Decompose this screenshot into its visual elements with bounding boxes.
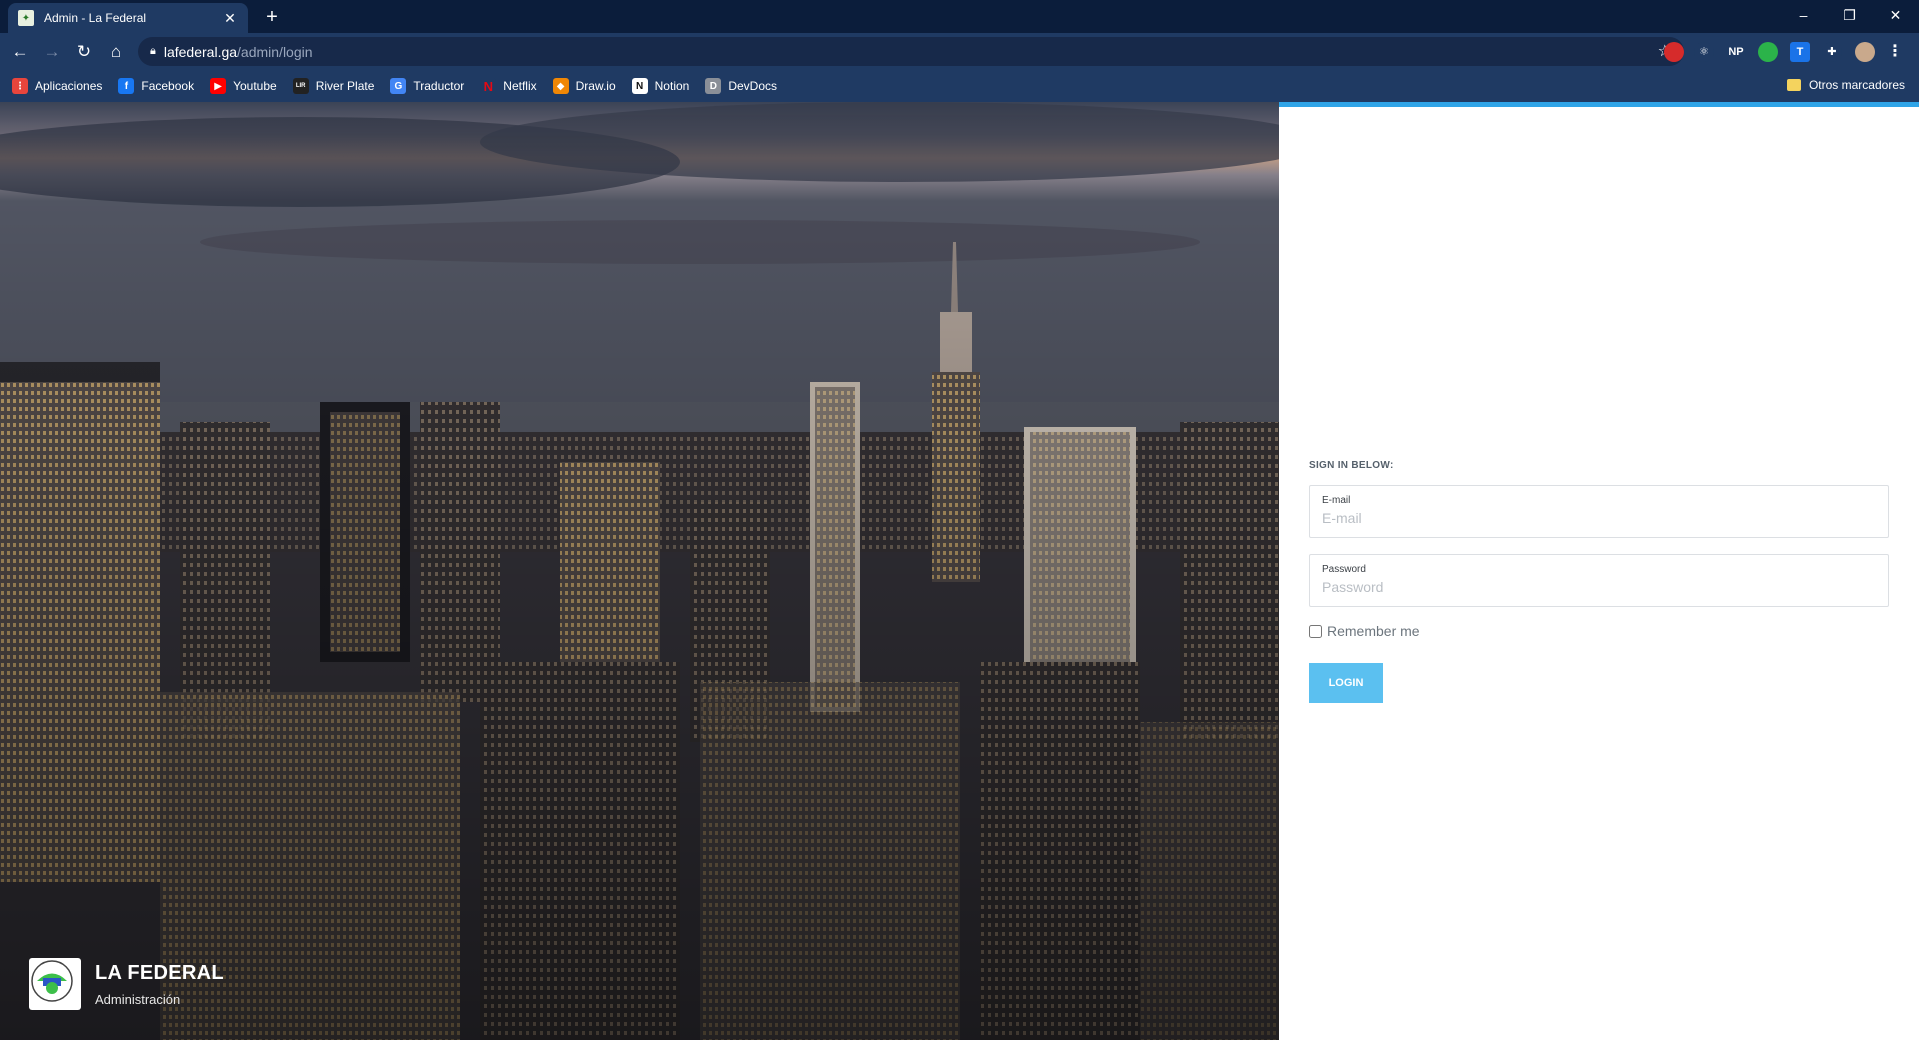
river-plate-icon: LIR [292,78,309,94]
bookmark-devdocs[interactable]: D DevDocs [705,78,777,94]
login-form: SIGN IN BELOW: E-mail Password Remember … [1309,460,1889,703]
bookmark-apps-grid[interactable]: ⋮ Aplicaciones [12,78,102,94]
extensions-puzzle-icon[interactable]: ✚ [1822,42,1842,62]
email-input[interactable] [1322,510,1876,526]
password-input[interactable] [1322,579,1876,595]
window-close-button[interactable]: ✕ [1873,0,1918,30]
email-field-group: E-mail [1309,485,1889,538]
bookmark-drawio[interactable]: ◆ Draw.io [552,78,616,94]
new-tab-button[interactable]: + [258,4,286,30]
facebook-icon: f [118,78,135,94]
bookmarks-bar: ⋮ Aplicaciones f Facebook ▶ Youtube LIR River P… [0,70,1919,102]
other-bookmarks-label: Otros marcadores [1808,78,1905,92]
email-label: E-mail [1322,495,1351,506]
bookmark-label: Aplicaciones [35,79,103,93]
remember-me-row[interactable]: Remember me [1309,623,1889,639]
password-label: Password [1322,564,1366,575]
city-background-image: LA FEDERAL Administración [0,102,1279,1040]
netflix-icon: N [480,78,497,94]
drawio-icon: ◆ [552,78,569,94]
bookmark-label: Youtube [233,79,277,93]
back-arrow-icon[interactable]: ← [6,38,34,66]
city-skyline-illustration [0,102,1279,1040]
other-bookmarks-folder[interactable]: Otros marcadores [1786,78,1905,92]
apps-grid-icon: ⋮ [12,78,28,94]
home-icon[interactable]: ⌂ [102,38,130,66]
profile-avatar[interactable] [1855,42,1875,62]
reload-icon[interactable]: ↻ [70,38,98,66]
translate-icon: G [390,78,407,94]
brand-subtitle: Administración [95,991,181,1007]
url-host: lafederal.ga [163,43,238,60]
sign-in-heading: SIGN IN BELOW: [1309,460,1394,471]
folder-icon [1786,79,1801,91]
devdocs-icon: D [705,78,722,94]
url-path: /admin/login [237,43,313,60]
brand-name: LA FEDERAL [95,961,224,984]
bookmark-label: Draw.io [575,79,616,93]
adblock-icon[interactable] [1664,42,1684,62]
remember-me-checkbox[interactable] [1309,624,1322,638]
browser-toolbar: ← → ↻ ⌂ 🔒︎ lafederal.ga/admin/login ☆ ⚛ … [0,33,1919,70]
remember-me-label: Remember me [1327,623,1420,639]
bookmark-label: Facebook [141,79,195,93]
lock-icon: 🔒︎ [150,45,156,57]
browser-menu-icon[interactable]: ⋮ [1885,42,1905,62]
bookmark-netflix[interactable]: N Netflix [480,78,537,94]
bookmark-label: River Plate [315,79,375,93]
bookmark-label: Traductor [413,79,465,93]
bookmark-translate[interactable]: G Traductor [390,78,464,94]
bookmark-river-plate[interactable]: LIR River Plate [292,78,375,94]
browser-tab-active[interactable]: ✦ Admin - La Federal ✕ [8,3,248,33]
bookmark-notion[interactable]: N Notion [631,78,690,94]
bookmark-label: Notion [654,79,690,93]
bookmark-facebook[interactable]: f Facebook [118,78,194,94]
tab-title: Admin - La Federal [44,11,147,25]
bookmark-label: DevDocs [728,79,778,93]
brand-block: LA FEDERAL Administración [29,958,224,1010]
green-extension-icon[interactable] [1758,42,1778,62]
bookmark-label: Netflix [503,79,537,93]
site-favicon-icon: ✦ [18,10,34,26]
youtube-icon: ▶ [210,78,227,94]
notion-icon: N [631,78,648,94]
translate-extension-icon[interactable]: T [1790,42,1810,62]
forward-arrow-icon[interactable]: → [38,38,66,66]
window-restore-button[interactable]: ❐ [1827,0,1872,30]
window-minimize-button[interactable]: – [1781,0,1826,30]
login-page: LA FEDERAL Administración SIGN IN BELOW:… [0,102,1919,1040]
la-federal-logo [29,958,81,1010]
np-extension-icon[interactable]: NP [1726,42,1746,62]
login-panel: SIGN IN BELOW: E-mail Password Remember … [1279,102,1919,1040]
accent-bar [1279,102,1919,107]
login-button[interactable]: LOGIN [1309,663,1383,703]
bookmark-youtube[interactable]: ▶ Youtube [210,78,277,94]
browser-tabstrip: ✦ Admin - La Federal ✕ + – ❐ ✕ [0,0,1919,33]
react-devtools-icon[interactable]: ⚛ [1694,42,1714,62]
logo-emblem-icon [31,960,73,1002]
tab-close-icon[interactable]: ✕ [222,10,238,26]
address-bar[interactable]: 🔒︎ lafederal.ga/admin/login ☆ [138,37,1684,66]
password-field-group: Password [1309,554,1889,607]
